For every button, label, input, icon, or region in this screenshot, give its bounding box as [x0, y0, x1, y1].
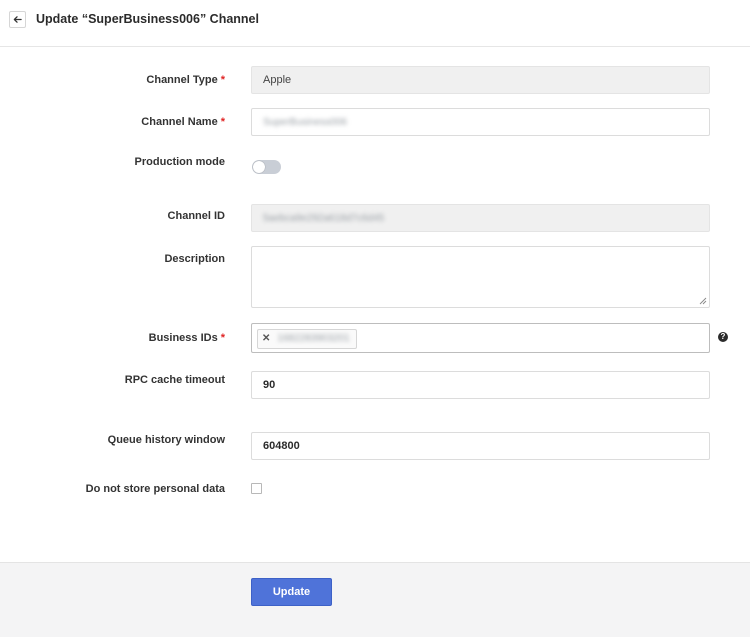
business-id-tag: ✕ 1682283903201 [257, 328, 357, 349]
channel-id-value: 5aebca9e292a618d7c6d45 [263, 212, 385, 224]
rpc-cache-timeout-label: RPC cache timeout [124, 374, 225, 386]
production-mode-toggle[interactable] [252, 160, 281, 174]
channel-name-label: Channel Name * [141, 116, 225, 128]
do-not-store-personal-data-label: Do not store personal data [85, 483, 225, 495]
channel-type-field: Apple [251, 66, 710, 94]
business-ids-label: Business IDs * [148, 332, 225, 344]
arrow-left-icon [13, 16, 22, 23]
question-circle-icon[interactable]: ? [718, 332, 728, 342]
do-not-store-personal-data-checkbox[interactable] [251, 483, 262, 494]
page-header: Update “SuperBusiness006” Channel [0, 0, 750, 47]
channel-type-label: Channel Type * [146, 74, 225, 86]
channel-type-value: Apple [263, 74, 292, 86]
rpc-cache-timeout-value: 90 [263, 379, 276, 391]
required-marker: * [220, 332, 225, 344]
queue-history-window-input[interactable]: 604800 [251, 432, 710, 460]
required-marker: * [220, 116, 225, 128]
queue-history-window-value: 604800 [263, 440, 300, 452]
description-label: Description [164, 253, 225, 265]
channel-id-label: Channel ID [167, 210, 225, 222]
channel-id-field: 5aebca9e292a618d7c6d45 [251, 204, 710, 232]
resize-grip-icon[interactable] [699, 297, 707, 305]
queue-history-window-label: Queue history window [107, 434, 225, 446]
update-button[interactable]: Update [251, 578, 332, 606]
back-button[interactable] [9, 11, 26, 28]
rpc-cache-timeout-input[interactable]: 90 [251, 371, 710, 399]
business-ids-input[interactable]: ✕ 1682283903201 [251, 323, 710, 353]
form-footer: Update [0, 562, 750, 637]
page-title: Update “SuperBusiness006” Channel [36, 12, 259, 26]
channel-name-value: SuperBusiness006 [263, 116, 347, 128]
tag-remove-icon[interactable]: ✕ [262, 333, 270, 344]
toggle-knob [253, 161, 265, 173]
channel-name-input[interactable]: SuperBusiness006 [251, 108, 710, 136]
description-textarea[interactable] [251, 246, 710, 308]
production-mode-label: Production mode [134, 156, 225, 168]
required-marker: * [220, 74, 225, 86]
business-id-tag-label: 1682283903201 [277, 333, 350, 344]
